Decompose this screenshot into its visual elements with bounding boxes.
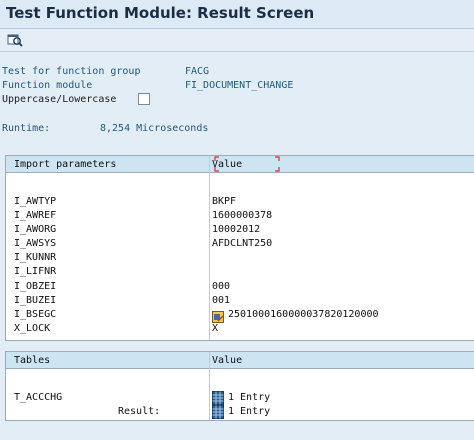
column-header-tables[interactable]: Tables [14,355,50,366]
column-divider [209,352,210,420]
param-name[interactable]: I_AWSYS [14,238,56,249]
tables-table: Tables Value T_ACCCHG 1 Entry Result: 1 … [5,351,474,421]
runtime-label: Runtime: [2,123,51,134]
param-name[interactable]: I_AWTYP [14,196,56,207]
structure-edit-icon[interactable] [212,308,224,323]
function-group-label: Test for function group [2,66,141,77]
param-name[interactable]: I_BUZEI [14,295,56,306]
param-name[interactable]: I_AWREF [14,210,56,221]
param-value[interactable]: AFDCLNT250 [212,238,272,249]
column-header-value[interactable]: Value [212,355,242,366]
runtime-value: 8,254 Microseconds [100,123,209,134]
param-name[interactable]: I_LIFNR [14,266,56,277]
param-name[interactable]: I_KUNNR [14,252,56,263]
param-value[interactable]: 000 [212,281,230,292]
param-name[interactable]: I_OBZEI [14,281,56,292]
result-entry-count[interactable]: 1 Entry [228,406,270,417]
table-grid-icon[interactable] [212,404,224,419]
function-module-label: Function module [2,80,93,91]
param-value[interactable]: 001 [212,295,230,306]
function-group-value: FACG [185,66,210,77]
function-module-value: FI_DOCUMENT_CHANGE [185,80,294,91]
param-value[interactable]: BKPF [212,196,236,207]
param-value[interactable]: X [212,323,218,334]
column-header-import-parameters[interactable]: Import parameters [14,159,116,170]
column-divider [209,156,210,340]
title-bar: Test Function Module: Result Screen [0,0,474,29]
table-header: Import parameters Value [6,156,474,173]
table-header: Tables Value [6,352,474,369]
uppercase-lowercase-label: Uppercase/Lowercase [2,94,117,105]
result-screen: Test for function group FACG Function mo… [0,52,474,440]
window-title: Test Function Module: Result Screen [6,4,315,22]
param-name[interactable]: X_LOCK [14,323,50,334]
param-name[interactable]: I_AWORG [14,224,56,235]
import-parameters-table: Import parameters Value I_AWTYP BKPF I_A… [5,155,474,341]
param-value[interactable]: 2501000160000037820120000 [228,309,379,320]
param-name[interactable]: I_BSEGC [14,309,56,320]
table-grid-icon[interactable] [212,390,224,405]
param-value[interactable]: 10002012 [212,224,260,235]
param-value[interactable]: 1600000378 [212,210,272,221]
application-toolbar [0,29,474,52]
focus-frame [214,156,280,172]
uppercase-lowercase-checkbox[interactable] [138,93,150,105]
result-label: Result: [118,406,161,417]
table-entry-count[interactable]: 1 Entry [228,392,270,403]
display-magnifier-icon[interactable] [6,31,24,48]
table-param-name[interactable]: T_ACCCHG [14,392,62,403]
